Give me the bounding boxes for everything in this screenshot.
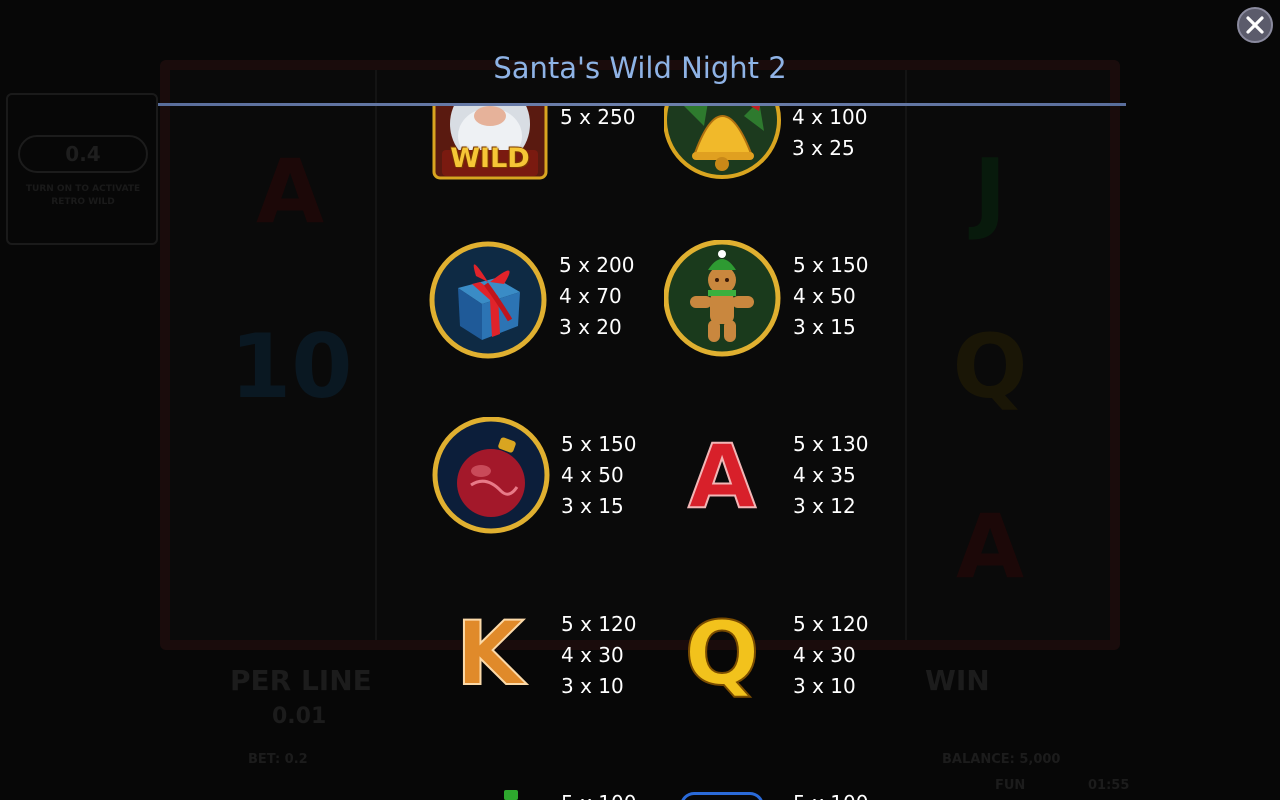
paytable-list[interactable]: WILD 5 x 250 4 x 100 3 x 25 5 x 200 4 x … bbox=[0, 106, 1280, 800]
letter-a-pays: 5 x 130 4 x 35 3 x 12 bbox=[793, 429, 868, 522]
pay-line: 5 x 130 bbox=[793, 432, 869, 456]
pay-line: 5 x 120 bbox=[793, 612, 869, 636]
pay-line: 3 x 15 bbox=[561, 494, 624, 518]
wild-santa-icon: WILD bbox=[430, 106, 550, 181]
letter-q-icon: Q bbox=[684, 601, 761, 706]
pay-line: 3 x 10 bbox=[793, 674, 856, 698]
bell-icon bbox=[663, 106, 784, 180]
pay-line: 5 x 150 bbox=[793, 253, 869, 277]
letter-j-pays: 5 x 100 bbox=[561, 788, 636, 800]
pay-line: 5 x 120 bbox=[561, 612, 637, 636]
gingerbread-man-icon bbox=[663, 239, 784, 360]
pay-line: 4 x 100 bbox=[792, 106, 868, 129]
pay-line: 3 x 15 bbox=[793, 315, 856, 339]
gift-pays: 5 x 200 4 x 70 3 x 20 bbox=[559, 250, 634, 343]
pay-line: 5 x 150 bbox=[561, 432, 637, 456]
close-icon bbox=[1246, 16, 1264, 34]
pay-line: 4 x 30 bbox=[793, 643, 856, 667]
gift-box-icon bbox=[428, 240, 548, 360]
gingerbread-pays: 5 x 150 4 x 50 3 x 15 bbox=[793, 250, 868, 343]
pay-line: 3 x 25 bbox=[792, 136, 855, 160]
pay-line: 5 x 100 bbox=[561, 788, 636, 800]
pay-line: 4 x 50 bbox=[793, 284, 856, 308]
ornament-pays: 5 x 150 4 x 50 3 x 15 bbox=[561, 429, 636, 522]
pay-line: 5 x 250 bbox=[560, 106, 636, 129]
letter-j-icon bbox=[490, 790, 530, 800]
pay-line: 3 x 12 bbox=[793, 494, 856, 518]
bell-pays: 4 x 100 3 x 25 bbox=[792, 106, 867, 164]
pay-line: 4 x 50 bbox=[561, 463, 624, 487]
pay-line: 3 x 20 bbox=[559, 315, 622, 339]
pay-line: 4 x 30 bbox=[561, 643, 624, 667]
wild-pays: 5 x 250 bbox=[560, 106, 635, 133]
letter-k-pays: 5 x 120 4 x 30 3 x 10 bbox=[561, 609, 636, 702]
number-10-pays: 5 x 100 bbox=[793, 788, 868, 800]
letter-a-icon: A bbox=[687, 424, 757, 529]
page-title: Santa's Wild Night 2 bbox=[493, 51, 787, 85]
pay-line: 5 x 100 bbox=[793, 788, 868, 800]
pay-line: 3 x 10 bbox=[561, 674, 624, 698]
close-button[interactable] bbox=[1237, 7, 1273, 43]
pay-line: 4 x 35 bbox=[793, 463, 856, 487]
wild-label: WILD bbox=[450, 143, 530, 174]
ornament-ball-icon bbox=[431, 416, 551, 537]
pay-line: 4 x 70 bbox=[559, 284, 622, 308]
letter-q-pays: 5 x 120 4 x 30 3 x 10 bbox=[793, 609, 868, 702]
number-10-icon bbox=[680, 792, 770, 800]
letter-k-icon: K bbox=[455, 601, 525, 706]
pay-line: 5 x 200 bbox=[559, 253, 635, 277]
